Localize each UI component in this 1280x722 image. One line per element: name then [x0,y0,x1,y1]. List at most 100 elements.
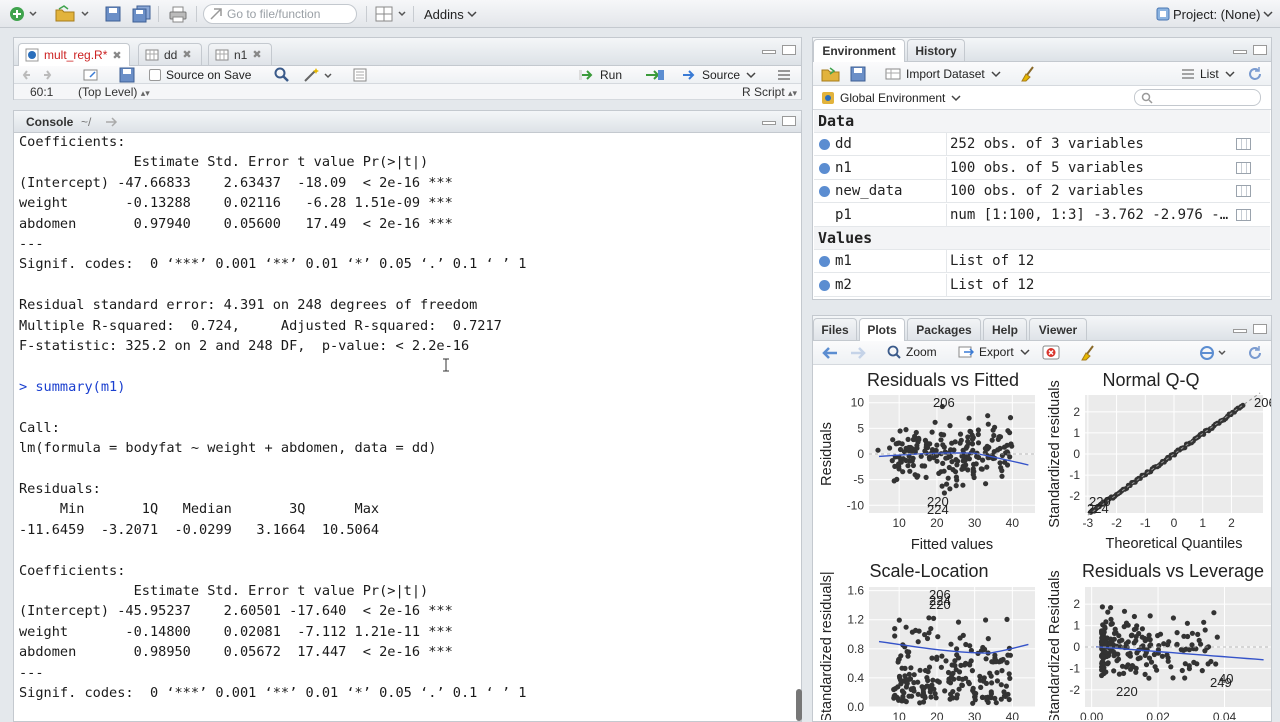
tab-environment[interactable]: Environment [813,39,905,62]
addins-menu[interactable]: Addins [424,4,478,24]
data-point [992,655,998,661]
tab-files[interactable]: Files [813,318,857,340]
print-button[interactable] [168,4,188,24]
data-point [943,455,949,461]
show-in-window-icon[interactable] [82,67,100,83]
data-point [1005,652,1011,658]
scope-selector[interactable]: (Top Level) ▴▾ [78,85,150,99]
magic-wand-icon[interactable] [303,67,333,83]
load-workspace-icon[interactable] [821,66,841,82]
env-row-dd[interactable]: dd 252 obs. of 3 variables [814,133,1270,156]
file-type-selector[interactable]: R Script ▴▾ [742,85,797,99]
data-point [948,691,954,697]
view-mode-list-button[interactable]: List [1181,67,1236,81]
outline-icon[interactable] [777,68,791,82]
point-label: 224 [927,502,949,517]
maximize-pane-button[interactable] [1253,45,1267,55]
view-table-icon[interactable] [1236,161,1251,174]
search-icon[interactable] [274,67,290,83]
export-button[interactable]: Export [958,345,1031,359]
data-point [983,481,989,487]
data-point [1116,633,1122,639]
data-point [995,447,1001,453]
expand-icon[interactable] [819,279,830,291]
save-all-button[interactable] [132,4,152,24]
save-all-icon [132,5,151,23]
maximize-pane-button[interactable] [1253,324,1267,334]
go-to-dir-icon[interactable] [104,116,120,128]
checkbox[interactable] [149,69,161,81]
project-menu[interactable]: Project: (None) [1155,4,1274,24]
source-on-save-checkbox[interactable]: Source on Save [149,68,251,82]
data-point [966,415,972,421]
publish-icon[interactable] [1199,345,1229,361]
expand-icon[interactable] [819,162,830,174]
refresh-icon[interactable] [1247,345,1263,361]
save-icon[interactable] [850,66,866,82]
data-point [1125,651,1131,657]
env-row-p1[interactable]: p1 num [1:100, 1:3] -3.762 -2.976 -… [814,203,1270,227]
plots-tabbar: Files Plots Packages Help Viewer [813,316,1271,341]
tab-n1[interactable]: n1 ✖ [208,43,272,65]
maximize-pane-button[interactable] [782,45,796,55]
run-button[interactable]: Run [579,68,622,82]
rerun-icon[interactable] [644,67,666,83]
env-search-input[interactable] [1134,89,1261,106]
view-table-icon[interactable] [1236,208,1251,221]
open-file-button[interactable] [54,4,92,24]
source-pane: mult_reg.R* ✖ dd ✖ n1 ✖ Source on Save R… [13,37,802,100]
data-point [965,438,971,445]
environment-scope-select[interactable]: Global Environment [821,91,962,105]
close-icon[interactable]: ✖ [252,48,261,61]
next-plot-icon[interactable] [849,346,867,360]
broom-icon[interactable] [1019,65,1037,83]
data-point [960,482,966,488]
view-table-icon[interactable] [1236,185,1251,197]
tab-history[interactable]: History [907,39,965,61]
data-point [1147,613,1153,619]
goto-file-input[interactable]: Go to file/function [203,4,357,24]
close-icon[interactable]: ✖ [112,49,121,62]
save-icon[interactable] [119,67,135,83]
expand-icon[interactable] [819,139,830,150]
refresh-icon[interactable] [1247,66,1263,82]
previous-plot-icon[interactable] [821,346,839,360]
minimize-pane-button[interactable] [762,50,776,54]
env-row-n1[interactable]: n1 100 obs. of 5 variables [814,156,1270,180]
broom-icon[interactable] [1079,344,1097,362]
view-table-icon[interactable] [1236,138,1251,150]
workspace-panes-button[interactable] [375,4,409,24]
minimize-pane-button[interactable] [1233,329,1247,333]
console-output[interactable]: Coefficients: Estimate Std. Error t valu… [19,132,799,703]
data-point [1135,656,1141,662]
zoom-label: Zoom [906,345,937,359]
maximize-pane-button[interactable] [782,116,796,126]
tab-mult-reg[interactable]: mult_reg.R* ✖ [18,43,130,66]
zoom-button[interactable]: Zoom [887,345,937,359]
source-button[interactable]: Source [681,68,757,82]
env-row-new-data[interactable]: new_data 100 obs. of 2 variables [814,180,1270,203]
compile-report-icon[interactable] [352,67,368,83]
env-row-m1[interactable]: m1 List of 12 [814,250,1270,273]
env-row-m2[interactable]: m2 List of 12 [814,273,1270,297]
expand-icon[interactable] [819,256,830,267]
data-point [956,675,962,681]
back-forward-icon[interactable] [22,68,58,82]
minimize-pane-button[interactable] [1233,50,1247,54]
expand-icon[interactable] [819,186,830,197]
tab-help[interactable]: Help [983,318,1027,340]
console-output-line: --- [19,664,44,681]
tab-packages[interactable]: Packages [907,318,981,340]
close-icon[interactable]: ✖ [182,48,191,61]
y-tick-label: 1 [1073,619,1080,633]
remove-plot-icon[interactable] [1042,345,1060,361]
minimize-pane-button[interactable] [762,121,776,125]
import-dataset-button[interactable]: Import Dataset [885,67,1002,81]
tab-plots[interactable]: Plots [859,318,905,341]
tab-dd[interactable]: dd ✖ [138,43,202,65]
new-file-button[interactable] [8,4,38,24]
data-point [896,461,902,467]
save-button[interactable] [104,4,122,24]
tab-viewer[interactable]: Viewer [1029,318,1087,340]
